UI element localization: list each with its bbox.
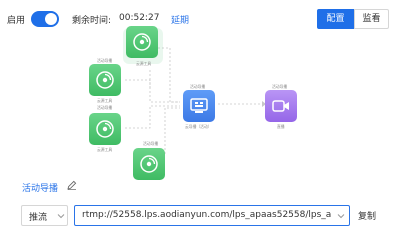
source-node-1[interactable] — [126, 26, 158, 58]
source-node-2-caption: 云源工具 — [97, 98, 113, 103]
extend-link[interactable]: 延期 — [171, 13, 189, 26]
broadcast-icon — [133, 33, 151, 51]
switcher-node-caption: 云导播（活动） — [185, 124, 212, 129]
broadcast-icon — [96, 71, 114, 89]
output-node-caption: 直播 — [277, 124, 285, 129]
monitor-icon — [190, 98, 208, 113]
broadcast-icon — [140, 155, 158, 173]
source-node-1-caption: 云源工具 — [136, 61, 152, 66]
chevron-down-icon — [337, 214, 345, 219]
stream-url-value: rtmp://52558.lps.aodianyun.com/lps_apaas… — [82, 210, 332, 220]
source-node-3-title: 活动导播 — [97, 105, 113, 110]
remaining-time-label: 剩余时间: — [72, 16, 112, 26]
enable-label: 启用 — [7, 16, 26, 26]
enable-toggle[interactable] — [31, 11, 59, 27]
edit-icon[interactable] — [67, 180, 77, 190]
source-node-2-title: 活动导播 — [97, 58, 113, 63]
output-node[interactable] — [265, 90, 297, 122]
guide-link[interactable]: 活动导播 — [22, 181, 58, 194]
push-mode-select[interactable]: 推流 — [21, 205, 68, 226]
tab-monitor[interactable]: 监看 — [354, 9, 389, 29]
remaining-time-value: 00:52:27 — [119, 13, 160, 23]
source-node-2[interactable] — [89, 64, 121, 96]
copy-button[interactable]: 复制 — [358, 209, 376, 222]
flow-diagram: 云源工具 活动导播 云源工具 活动导播 云源工具 活动导播 活动导播 云导播（活… — [0, 26, 393, 180]
stream-url-select[interactable]: rtmp://52558.lps.aodianyun.com/lps_apaas… — [74, 205, 350, 226]
source-node-4[interactable] — [133, 148, 165, 180]
chevron-down-icon — [57, 214, 65, 219]
push-mode-value: 推流 — [29, 213, 48, 223]
toggle-knob — [45, 13, 57, 25]
source-node-3-caption: 云源工具 — [97, 147, 113, 152]
source-node-3[interactable] — [89, 113, 121, 145]
broadcast-icon — [96, 120, 114, 138]
output-node-title: 活动导播 — [272, 84, 288, 89]
switcher-node[interactable] — [183, 90, 215, 122]
switcher-node-title: 活动导播 — [190, 84, 206, 89]
video-camera-icon — [272, 100, 289, 112]
source-node-4-title: 活动导播 — [143, 141, 159, 146]
tab-config[interactable]: 配置 — [317, 9, 354, 29]
